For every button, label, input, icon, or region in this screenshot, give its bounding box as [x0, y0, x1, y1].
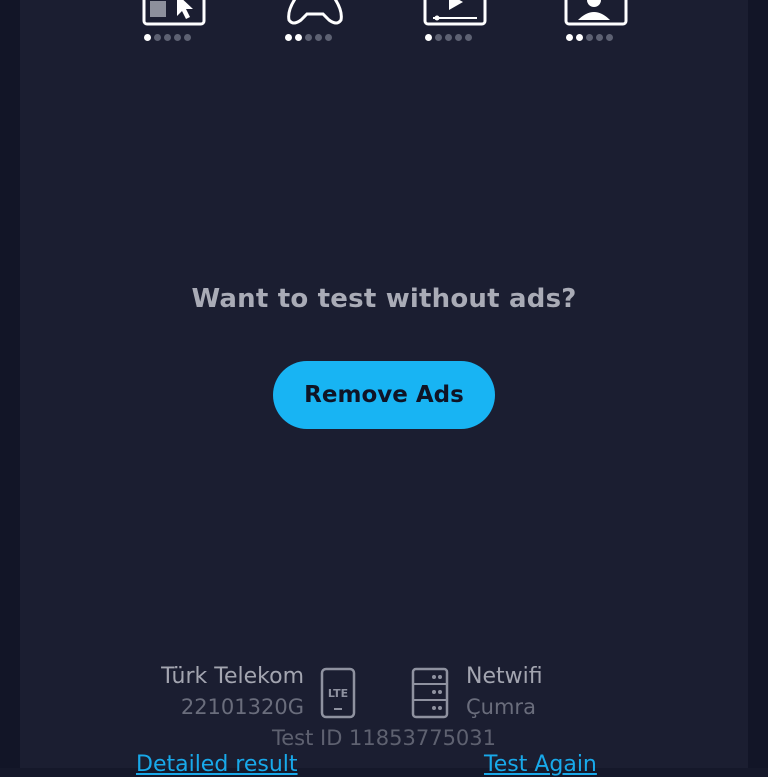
quality-ratings	[0, 0, 768, 60]
test-id: Test ID 11853775031	[271, 726, 497, 750]
server-location: Çumra	[466, 695, 536, 719]
isp-code: 22101320G	[180, 695, 304, 719]
isp-name: Türk Telekom	[161, 664, 304, 689]
rating-dots	[425, 34, 472, 41]
server-info: Netwifi Çumra	[466, 664, 626, 719]
gamepad-icon	[287, 0, 343, 25]
quality-gaming	[281, 0, 351, 60]
rating-dots	[566, 34, 613, 41]
ad-prompt-text: Want to test without ads?	[191, 284, 577, 314]
video-player-icon	[423, 0, 487, 26]
left-edge	[0, 0, 20, 768]
rating-dots	[144, 34, 191, 41]
browsing-cursor-icon	[142, 0, 206, 26]
quality-video	[421, 0, 491, 60]
quality-video-call	[562, 0, 632, 60]
test-again-link[interactable]: Test Again	[484, 752, 597, 777]
quality-browsing	[140, 0, 210, 60]
detailed-result-link[interactable]: Detailed result	[136, 752, 298, 777]
server-name: Netwifi	[466, 664, 543, 689]
rating-dots	[285, 34, 332, 41]
server-icon	[411, 667, 449, 719]
isp-info: Türk Telekom 22101320G	[144, 664, 304, 719]
remove-ads-button[interactable]: Remove Ads	[273, 361, 495, 429]
lte-phone-icon: LTE	[320, 667, 356, 719]
video-call-icon	[564, 0, 628, 26]
right-edge	[748, 0, 768, 768]
lte-label: LTE	[328, 687, 348, 700]
